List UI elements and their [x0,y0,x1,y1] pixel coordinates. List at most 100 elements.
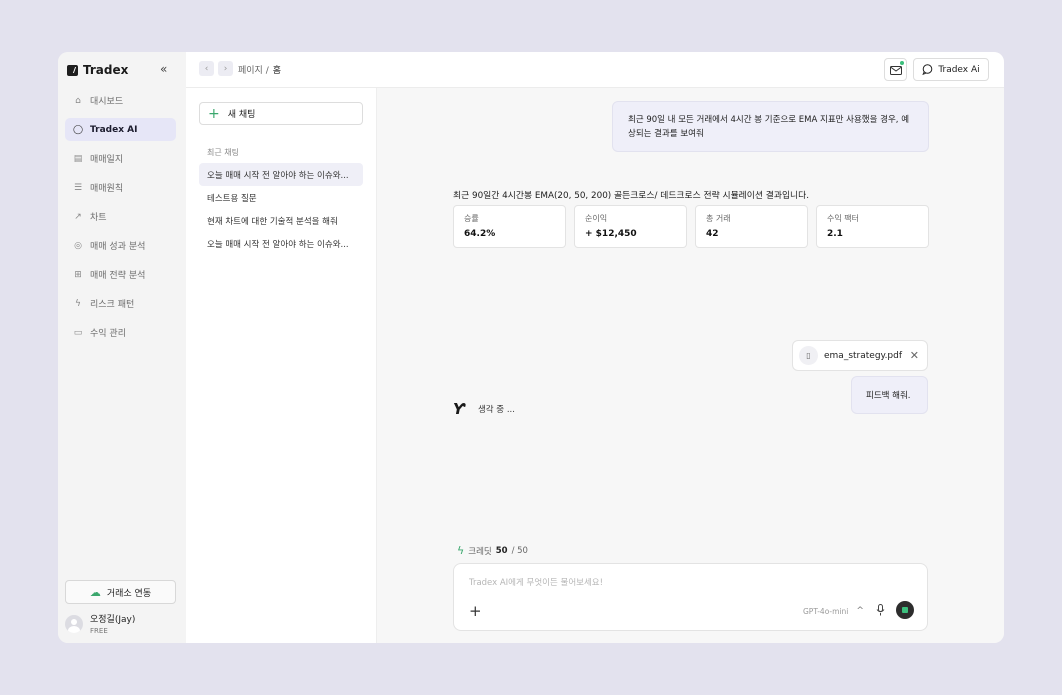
app-window: Tradex « ⌂ 대시보드 ◯ Tradex AI ▤ 매매일지 ☰ 매매원… [58,52,1004,643]
target-icon: ◎ [74,240,82,251]
user-name: 오정길(Jay) [90,615,136,625]
add-attachment-icon[interactable]: + [469,602,482,620]
tradex-ai-button-label: Tradex Ai [938,64,980,75]
sidebar-item-label: 수익 관리 [90,329,126,339]
sidebar-item-tradex-ai[interactable]: ◯ Tradex AI [65,118,176,141]
brand[interactable]: Tradex [67,63,128,77]
user-plan: FREE [90,627,108,635]
sidebar-item-strategy-analysis[interactable]: ⊞ 매매 전략 분석 [65,263,176,286]
model-selector[interactable]: GPT-4o-mini ^ [803,606,864,616]
microphone-icon[interactable] [876,604,885,616]
chat-list-item[interactable]: 테스트용 질문 [199,186,363,209]
notification-dot [900,61,904,65]
forward-arrow-icon[interactable]: › [218,61,233,76]
stat-label: 순이익 [585,214,608,223]
stat-card-net-profit: 순이익 + $12,450 [574,205,687,248]
stop-icon [902,607,908,613]
brand-name: Tradex [83,63,129,77]
chat-list-item[interactable]: 오늘 매매 시작 전 알아야 하는 이슈와... [199,232,363,255]
sidebar-item-label: 매매원칙 [90,184,124,194]
sidebar-item-label: 대시보드 [90,97,124,107]
tradex-ai-logo-icon: Ƴ [453,400,465,418]
inbox-button[interactable] [884,58,907,81]
sidebar-item-risk-pattern[interactable]: ϟ 리스크 패턴 [65,292,176,315]
checklist-icon: ☰ [73,182,83,193]
sidebar: Tradex « ⌂ 대시보드 ◯ Tradex AI ▤ 매매일지 ☰ 매매원… [58,52,186,643]
avatar [65,614,83,633]
mail-icon [889,65,902,75]
credit-label: 크레딧 [468,546,492,557]
new-chat-button[interactable]: + 새 채팅 [199,102,363,125]
sidebar-item-label: 매매일지 [90,155,124,165]
stat-value: 42 [706,229,719,239]
attachment-filename: ema_strategy.pdf [824,350,903,361]
sidebar-item-label: 차트 [90,213,107,223]
recent-chats-title: 최근 채팅 [207,148,239,157]
stat-label: 승률 [464,214,479,223]
back-arrow-icon[interactable]: ‹ [199,61,214,76]
tradex-ai-button[interactable]: Tradex Ai [913,58,989,81]
chat-list-item[interactable]: 오늘 매매 시작 전 알아야 하는 이슈와... [199,163,363,186]
credit-total: / 50 [511,545,528,556]
connect-exchange-button[interactable]: ☁ 거래소 연동 [65,580,176,604]
stop-generation-button[interactable] [896,601,914,619]
sidebar-item-trading-rules[interactable]: ☰ 매매원칙 [65,176,176,199]
sidebar-item-performance-analysis[interactable]: ◎ 매매 성과 분석 [65,234,176,257]
attachment-chip[interactable]: ▯ ema_strategy.pdf ✕ [792,340,928,371]
plus-icon: + [208,105,220,122]
breadcrumb-current: 홈 [272,66,282,76]
stat-value: 64.2% [464,229,496,239]
chat-list-item[interactable]: 현재 차트에 대한 기술적 분석을 해줘 [199,209,363,232]
flow-icon: ⊞ [74,269,82,280]
message-input[interactable] [469,578,909,588]
background-frame: Tradex « ⌂ 대시보드 ◯ Tradex AI ▤ 매매일지 ☰ 매매원… [0,0,1062,695]
user-message: 피드백 해줘. [851,376,928,414]
model-name: GPT-4o-mini [803,606,849,616]
thinking-text: 생각 중 ... [477,405,515,415]
credit-indicator: ϟ 크레딧 50 / 50 [457,544,528,557]
sidebar-item-label: 매매 성과 분석 [90,242,146,252]
stat-label: 총 거래 [706,214,731,223]
document-icon: ▤ [73,153,83,164]
cloud-upload-icon: ☁ [89,585,101,599]
conversation-area: 최근 90일 내 모든 거래에서 4시간 봉 기준으로 EMA 지표만 사용했을… [377,88,1004,643]
user-profile[interactable]: 오정길(Jay) FREE [65,612,135,635]
stat-card-total-trades: 총 거래 42 [695,205,808,248]
sidebar-item-chart[interactable]: ↗ 차트 [65,205,176,228]
stat-value: 2.1 [827,229,843,239]
breadcrumb-parent[interactable]: 페이지 / [238,63,269,76]
message-composer: + GPT-4o-mini ^ [453,563,928,631]
collapse-sidebar-icon[interactable]: « [160,62,167,76]
sidebar-item-label: 리스크 패턴 [90,300,135,310]
sidebar-item-label: Tradex AI [90,124,138,135]
chat-list-panel: + 새 채팅 최근 채팅 오늘 매매 시작 전 알아야 하는 이슈와... 테스… [186,88,377,643]
tradex-logo-icon [67,64,78,76]
stat-value: + $12,450 [585,229,637,239]
sidebar-item-dashboard[interactable]: ⌂ 대시보드 [65,89,176,112]
ai-response-text: 최근 90일간 4시간봉 EMA(20, 50, 200) 골든크로스/ 데드크… [453,191,810,201]
top-bar: ‹ › 페이지 / 홈 Tradex Ai [186,52,1004,88]
wallet-icon: ▭ [73,327,83,338]
stat-card-win-rate: 승률 64.2% [453,205,566,248]
sidebar-item-trading-journal[interactable]: ▤ 매매일지 [65,147,176,170]
recent-chats-list: 오늘 매매 시작 전 알아야 하는 이슈와... 테스트용 질문 현재 차트에 … [199,163,363,255]
connect-exchange-label: 거래소 연동 [106,588,152,599]
lightning-icon: ϟ [457,544,465,557]
chat-bubble-icon: ◯ [72,124,84,135]
trend-up-icon: ↗ [74,211,82,222]
lightning-icon: ϟ [75,298,81,309]
thinking-indicator: Ƴ 생각 중 ... [453,400,515,418]
close-icon[interactable]: ✕ [910,349,919,362]
user-message: 최근 90일 내 모든 거래에서 4시간 봉 기준으로 EMA 지표만 사용했을… [612,101,929,152]
stats-row: 승률 64.2% 순이익 + $12,450 총 거래 42 수익 팩터 2.1 [453,205,929,248]
breadcrumb: 페이지 / 홈 [238,63,281,76]
home-icon: ⌂ [75,95,81,106]
chevron-up-icon: ^ [856,606,864,616]
new-chat-label: 새 채팅 [227,110,256,120]
file-icon: ▯ [799,346,818,365]
chat-bubble-icon [922,64,933,75]
sidebar-item-label: 매매 전략 분석 [90,271,146,281]
sidebar-nav: ⌂ 대시보드 ◯ Tradex AI ▤ 매매일지 ☰ 매매원칙 ↗ 차트 ◎ … [65,89,176,350]
stat-label: 수익 팩터 [827,214,859,223]
sidebar-item-profit-management[interactable]: ▭ 수익 관리 [65,321,176,344]
